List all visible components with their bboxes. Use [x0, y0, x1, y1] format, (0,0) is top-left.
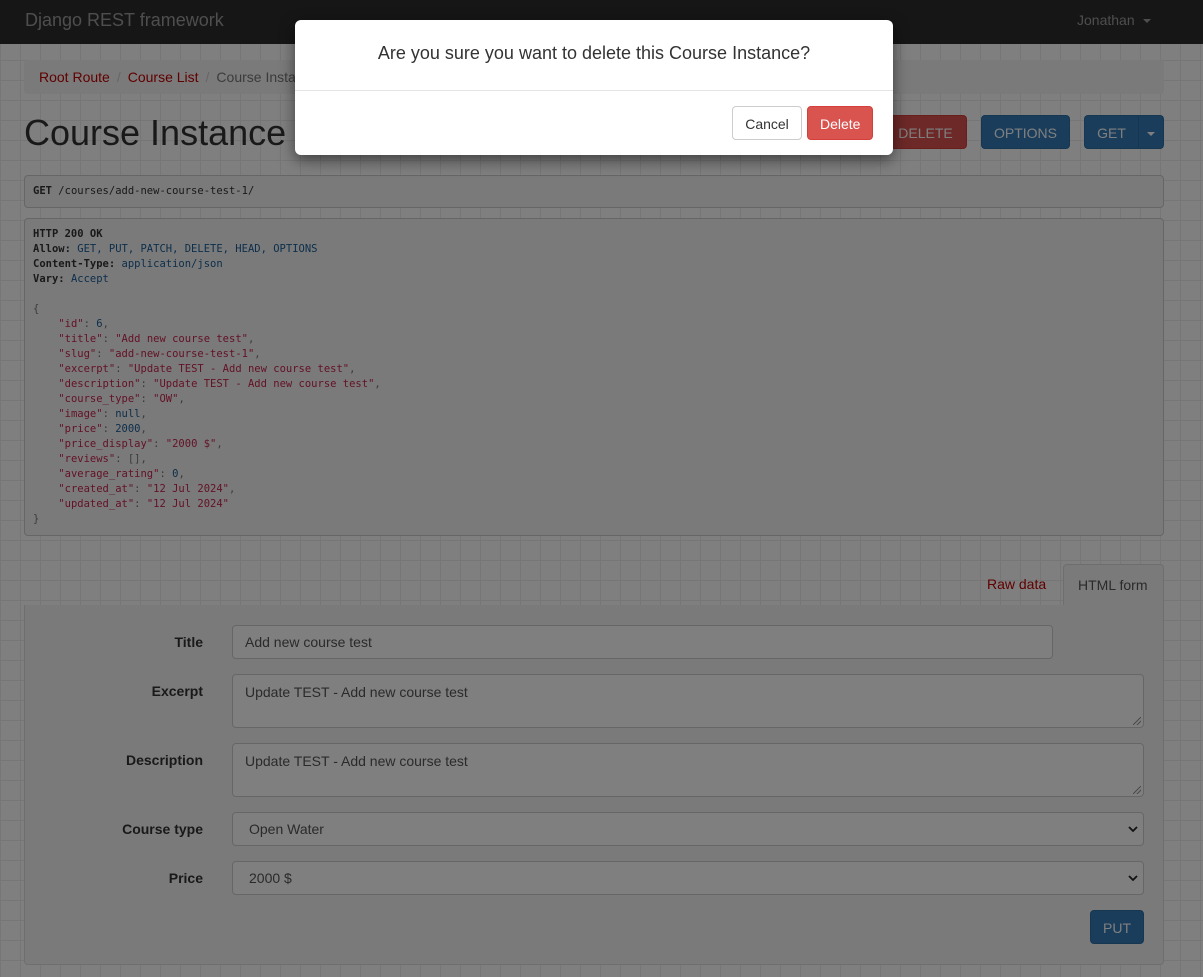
- delete-confirm-modal: Are you sure you want to delete this Cou…: [295, 20, 893, 155]
- cancel-button[interactable]: Cancel: [732, 106, 802, 140]
- modal-question: Are you sure you want to delete this Cou…: [295, 20, 893, 91]
- confirm-delete-button[interactable]: Delete: [807, 106, 873, 140]
